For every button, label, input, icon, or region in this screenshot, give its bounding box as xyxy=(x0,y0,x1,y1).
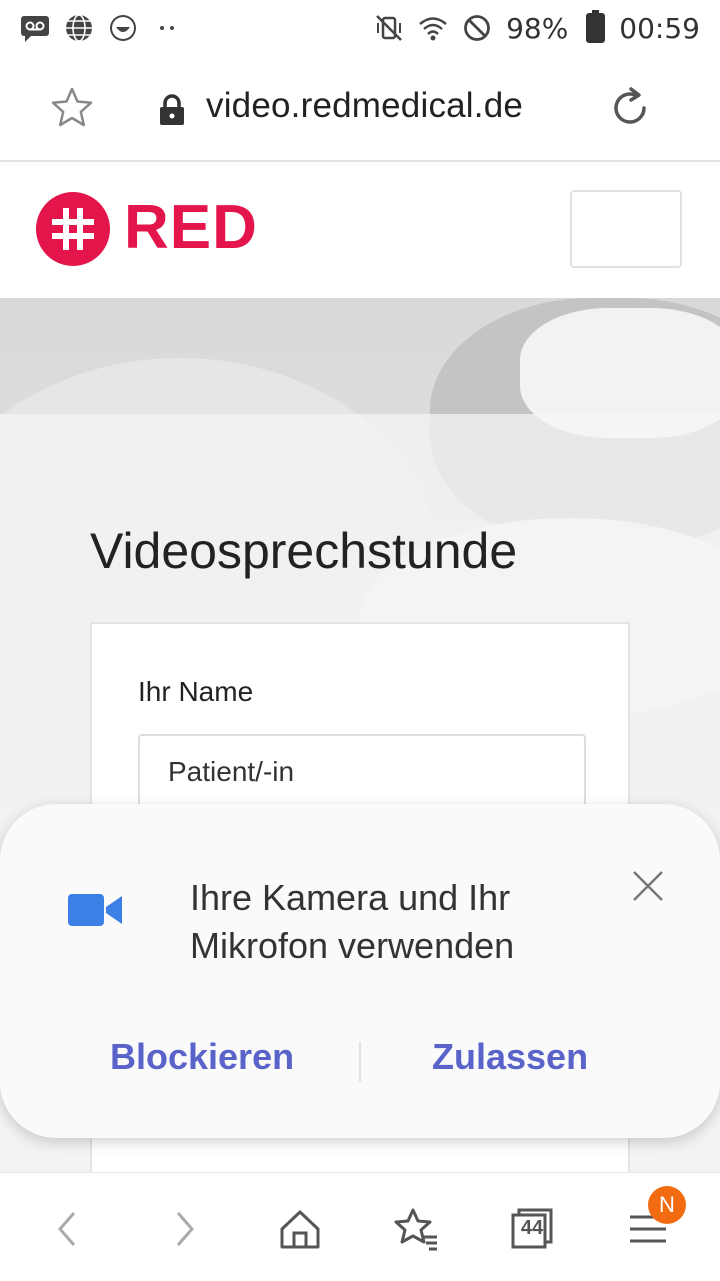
close-icon[interactable] xyxy=(630,868,666,909)
back-icon[interactable] xyxy=(38,1199,98,1259)
logo-text[interactable]: RED xyxy=(124,192,258,263)
tab-count: 44 xyxy=(520,1217,544,1239)
bottom-navigation: 44 xyxy=(0,1172,720,1281)
home-icon[interactable] xyxy=(270,1199,330,1259)
permission-dialog: Ihre Kamera und Ihr Mikrofon verwenden B… xyxy=(0,804,720,1138)
clock: 00:59 xyxy=(619,11,700,45)
site-header: RED xyxy=(0,162,720,299)
battery-icon xyxy=(586,10,606,43)
menu-button[interactable] xyxy=(570,190,682,268)
globe-icon xyxy=(64,13,94,43)
name-label: Ihr Name xyxy=(138,676,254,707)
notification-badge: N xyxy=(648,1186,686,1224)
status-bar: 98% 00:59 xyxy=(0,0,720,56)
permission-message: Ihre Kamera und Ihr Mikrofon verwenden xyxy=(190,877,515,966)
block-button[interactable]: Blockieren xyxy=(110,1036,294,1078)
reload-icon[interactable] xyxy=(606,84,654,137)
lock-icon xyxy=(158,94,186,131)
do-not-disturb-icon xyxy=(462,13,492,43)
name-input[interactable] xyxy=(138,734,586,810)
bookmarks-icon[interactable] xyxy=(386,1199,446,1259)
red-logo-icon[interactable] xyxy=(36,192,110,266)
battery-percent: 98% xyxy=(506,11,569,45)
forward-icon[interactable] xyxy=(154,1199,214,1259)
url-field[interactable]: video.redmedical.de xyxy=(206,86,523,126)
button-divider xyxy=(359,1042,361,1082)
video-camera-icon xyxy=(66,890,124,935)
smiley-icon xyxy=(108,13,138,43)
allow-button[interactable]: Zulassen xyxy=(432,1036,588,1078)
address-bar: video.redmedical.de xyxy=(0,56,720,162)
wifi-icon xyxy=(418,13,448,43)
more-notifications-icon xyxy=(152,13,182,43)
page-title: Videosprechstunde xyxy=(90,523,518,579)
vibrate-mute-icon xyxy=(374,13,404,43)
tabs-button[interactable]: 44 xyxy=(502,1199,562,1259)
bookmark-star-icon[interactable] xyxy=(48,84,96,137)
voicemail-icon xyxy=(20,13,50,43)
